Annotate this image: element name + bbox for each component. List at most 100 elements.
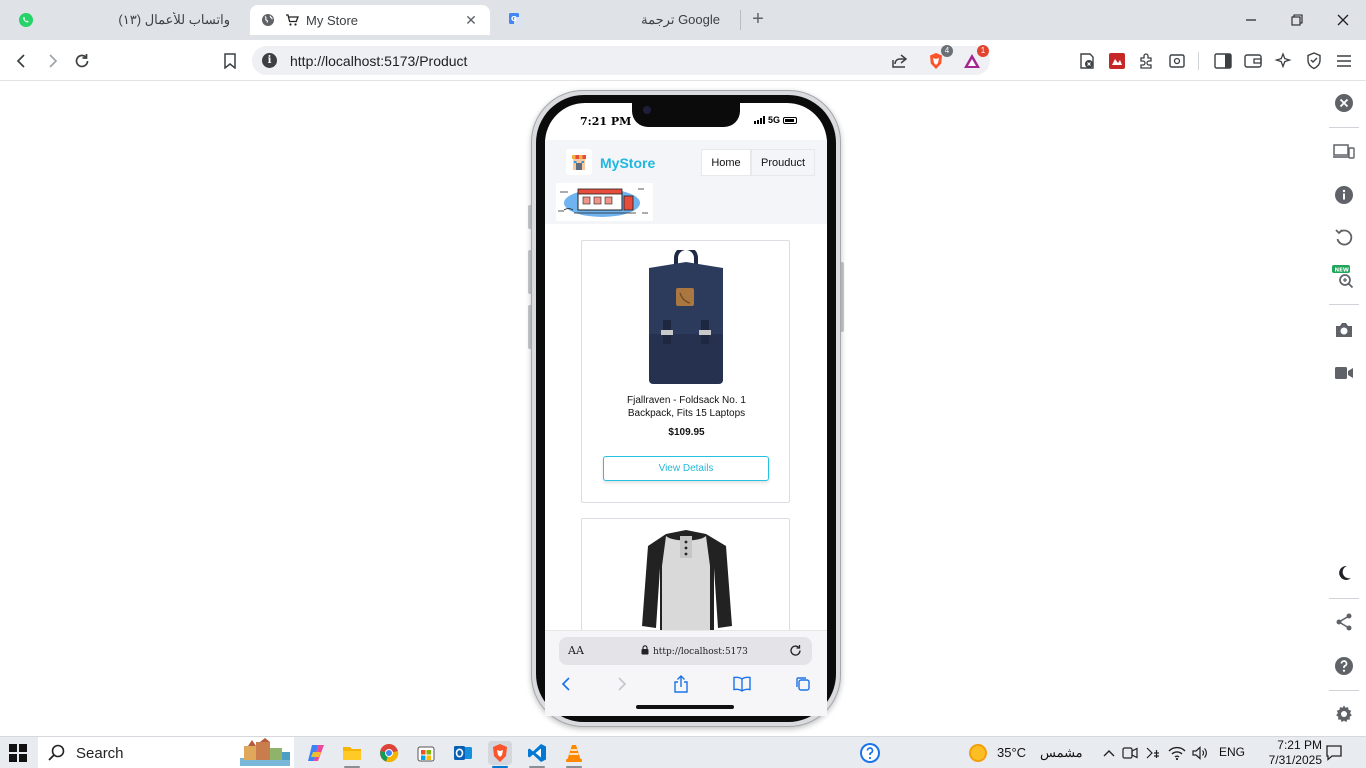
site-info-icon[interactable]: i — [262, 53, 277, 68]
wifi-icon[interactable] — [1165, 741, 1189, 765]
wallet-icon[interactable] — [1241, 49, 1265, 73]
info-circle-icon[interactable] — [1332, 183, 1356, 207]
help-icon[interactable] — [1332, 654, 1356, 678]
text-size-button[interactable]: AA — [568, 644, 584, 657]
reload-button[interactable] — [70, 49, 94, 73]
vpn-icon[interactable] — [1302, 49, 1326, 73]
language-indicator[interactable]: ENG — [1219, 745, 1245, 759]
taskbar-search-box[interactable]: Search — [38, 737, 294, 768]
whatsapp-icon — [18, 12, 34, 28]
status-indicators: 5G — [754, 115, 798, 125]
extension-red-icon[interactable] — [1105, 49, 1129, 73]
address-bar[interactable]: i http://localhost:5173/Product 4 1 — [252, 45, 990, 75]
share-icon[interactable] — [888, 49, 912, 73]
search-label: Search — [76, 744, 124, 762]
product-image-shirt[interactable] — [636, 528, 736, 631]
help-tips-icon[interactable] — [858, 741, 882, 765]
brave-browser-icon[interactable] — [488, 741, 512, 765]
zoom-new-icon[interactable]: NEW — [1332, 265, 1356, 289]
product-title: Fjallraven - Foldsack No. 1 Backpack, Fi… — [627, 395, 746, 419]
network-label: 5G — [768, 115, 781, 125]
toolbar-divider — [1198, 52, 1199, 70]
menu-icon[interactable] — [1332, 49, 1356, 73]
weather-condition[interactable]: مشمس — [1040, 745, 1083, 761]
file-explorer-icon[interactable] — [340, 741, 364, 765]
screenshot-camera-icon[interactable] — [1332, 318, 1356, 342]
leo-ai-icon[interactable] — [1271, 49, 1295, 73]
nav-home-link[interactable]: Home — [701, 149, 751, 176]
devices-icon[interactable] — [1332, 140, 1356, 164]
signal-icon — [754, 116, 765, 124]
status-time: 7:21 PM — [580, 115, 632, 128]
safari-reload-icon[interactable] — [788, 643, 802, 657]
front-camera — [643, 106, 651, 114]
shield-badge: 4 — [941, 45, 953, 57]
safari-share-icon[interactable] — [671, 674, 691, 694]
extensions-puzzle-icon[interactable] — [1135, 49, 1159, 73]
view-details-button[interactable]: View Details — [603, 456, 769, 481]
tab-whatsapp[interactable]: (١٣) واتساب للأعمال — [10, 5, 248, 35]
notifications-icon[interactable] — [1322, 741, 1346, 765]
safari-back-icon[interactable] — [556, 674, 576, 694]
reader-mode-icon[interactable] — [1165, 49, 1189, 73]
bookmark-icon[interactable] — [218, 49, 242, 73]
extension-blocker-icon[interactable] — [1075, 49, 1099, 73]
tab-google-translate[interactable]: G ترجمة Google — [500, 5, 738, 35]
product-image-backpack[interactable] — [636, 246, 736, 386]
keyboard-layout-icon[interactable] — [1141, 741, 1165, 765]
product-price: $109.95 — [668, 427, 705, 438]
rotate-icon[interactable] — [1332, 225, 1356, 249]
copilot-icon[interactable] — [304, 741, 328, 765]
settings-gear-icon[interactable] — [1332, 702, 1356, 726]
tab-my-store[interactable]: My Store ✕ — [250, 5, 490, 35]
brave-shields-icon[interactable]: 4 — [924, 45, 953, 73]
safari-address[interactable]: http://localhost:5173 — [641, 645, 748, 658]
brand-name[interactable]: MyStore — [600, 155, 655, 171]
sidebar-divider — [1329, 690, 1359, 691]
close-panel-icon[interactable] — [1332, 91, 1356, 115]
safari-tabs-icon[interactable] — [793, 674, 813, 694]
sidebar-divider — [1329, 304, 1359, 305]
restore-button[interactable] — [1274, 0, 1320, 40]
record-video-icon[interactable] — [1332, 361, 1356, 385]
product-card[interactable] — [581, 518, 790, 638]
battery-icon — [783, 116, 798, 124]
safari-forward-icon[interactable] — [612, 674, 632, 694]
windows-start-icon[interactable] — [6, 741, 30, 765]
search-icon — [48, 744, 66, 767]
sidebar-toggle-icon[interactable] — [1211, 49, 1235, 73]
google-translate-icon: G — [508, 12, 524, 28]
brave-rewards-icon[interactable]: 1 — [960, 45, 989, 73]
vlc-icon[interactable] — [562, 741, 586, 765]
rewards-badge: 1 — [977, 45, 989, 57]
safari-address-text: http://localhost:5173 — [653, 646, 748, 657]
browser-tab-strip: (١٣) واتساب للأعمال My Store ✕ G ترجمة G… — [0, 0, 1366, 40]
forward-button[interactable] — [40, 49, 64, 73]
dark-mode-moon-icon[interactable] — [1332, 561, 1356, 585]
globe-icon — [260, 12, 276, 28]
minimize-button[interactable] — [1228, 0, 1274, 40]
tab-title: ترجمة Google — [641, 12, 720, 27]
vscode-icon[interactable] — [525, 741, 549, 765]
clock-date[interactable]: 7/31/2025 — [1255, 753, 1322, 767]
weather-sun-icon[interactable] — [966, 741, 990, 765]
url-text[interactable]: http://localhost:5173/Product — [290, 53, 467, 69]
close-tab-icon[interactable]: ✕ — [462, 12, 480, 29]
product-card[interactable]: Fjallraven - Foldsack No. 1 Backpack, Fi… — [581, 240, 790, 503]
meet-now-icon[interactable] — [1118, 741, 1142, 765]
chrome-icon[interactable] — [377, 741, 401, 765]
nav-product-link[interactable]: Prouduct — [751, 149, 815, 176]
outlook-icon[interactable] — [451, 741, 475, 765]
clock-time[interactable]: 7:21 PM — [1260, 738, 1322, 752]
sidebar-divider — [1329, 598, 1359, 599]
weather-temp[interactable]: 35°C — [997, 745, 1026, 760]
close-window-button[interactable] — [1320, 0, 1366, 40]
svg-text:NEW: NEW — [1335, 267, 1349, 273]
microsoft-store-icon[interactable] — [414, 741, 438, 765]
new-tab-button[interactable]: + — [748, 9, 768, 29]
volume-icon[interactable] — [1188, 741, 1212, 765]
back-button[interactable] — [10, 49, 34, 73]
store-logo-icon[interactable] — [566, 149, 592, 175]
safari-bookmarks-icon[interactable] — [732, 674, 752, 694]
share-nodes-icon[interactable] — [1332, 610, 1356, 634]
